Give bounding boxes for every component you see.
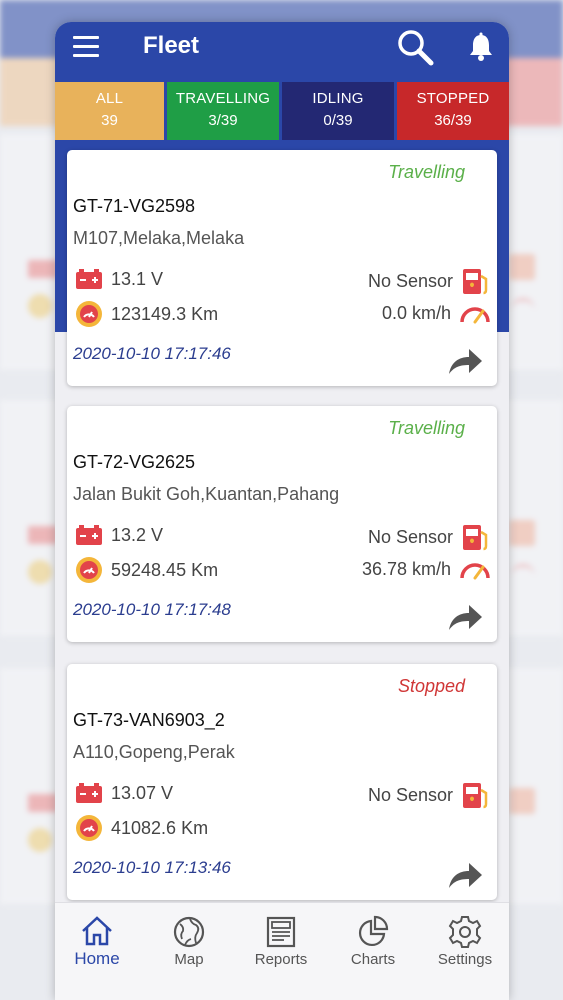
fleet-screen: Fleet ALL 39 TRAVELLING 3/39 IDLING 0/39… (55, 22, 509, 1000)
vehicle-id: GT-71-VG2598 (73, 196, 196, 216)
battery-icon (76, 783, 102, 803)
vehicle-status: Travelling (388, 418, 465, 438)
vehicle-location: A110,Gopeng,Perak (73, 742, 235, 762)
tab-count: 3/39 (208, 112, 238, 129)
nav-label: Map (174, 951, 204, 968)
odometer-icon (76, 815, 102, 841)
speed-value: 0.0 km/h (381, 302, 451, 323)
tab-label: STOPPED (416, 90, 490, 107)
vehicle-status: Travelling (388, 162, 465, 182)
vehicle-card[interactable]: Stopped GT-73-VAN6903_2 A110,Gopeng,Pera… (67, 664, 497, 900)
nav-label: Home (74, 949, 120, 968)
tab-label: ALL (95, 90, 124, 107)
tab-all[interactable]: ALL 39 (55, 82, 164, 140)
fuel-pump-icon (463, 783, 488, 809)
battery-voltage: 13.1 V (111, 268, 164, 289)
fuel-sensor-value: No Sensor (367, 526, 453, 547)
odometer-icon (76, 301, 102, 327)
tab-count: 39 (101, 112, 118, 129)
fuel-pump-icon (463, 525, 488, 551)
share-arrow-icon[interactable] (447, 346, 483, 376)
nav-label: Charts (350, 951, 396, 968)
globe-icon (173, 916, 205, 948)
nav-charts[interactable]: Charts (333, 915, 413, 968)
notification-bell-icon[interactable] (468, 32, 494, 62)
pie-chart-icon (358, 915, 389, 947)
odometer-value: 123149.3 Km (111, 303, 219, 324)
vehicle-id: GT-73-VAN6903_2 (73, 710, 225, 730)
hamburger-menu-icon[interactable] (73, 36, 99, 58)
bottom-navigation: Home Map Reports Charts Settings (55, 902, 509, 1000)
nav-label: Settings (437, 951, 493, 968)
gear-icon (448, 916, 482, 948)
vehicle-status: Stopped (397, 676, 465, 696)
page-title: Fleet (143, 32, 200, 59)
speedometer-icon (460, 307, 490, 324)
fuel-sensor-value: No Sensor (367, 784, 453, 805)
nav-label: Reports (254, 951, 308, 968)
tab-count: 0/39 (323, 112, 353, 129)
speed-value: 36.78 km/h (361, 558, 451, 579)
last-update-time: 2020-10-10 17:13:46 (73, 858, 231, 877)
home-icon (82, 916, 112, 946)
vehicle-card[interactable]: Travelling GT-72-VG2625 Jalan Bukit Goh,… (67, 406, 497, 642)
last-update-time: 2020-10-10 17:17:46 (73, 344, 231, 363)
vehicle-location: M107,Melaka,Melaka (73, 228, 245, 248)
status-filter-tabs: ALL 39 TRAVELLING 3/39 IDLING 0/39 STOPP… (55, 80, 509, 142)
speedometer-icon (460, 563, 490, 580)
tab-count: 36/39 (434, 112, 472, 129)
odometer-value: 59248.45 Km (111, 559, 219, 580)
nav-settings[interactable]: Settings (425, 915, 505, 968)
fuel-pump-icon (463, 269, 488, 295)
tab-travelling[interactable]: TRAVELLING 3/39 (167, 82, 279, 140)
share-arrow-icon[interactable] (447, 602, 483, 632)
battery-voltage: 13.2 V (111, 524, 164, 545)
battery-voltage: 13.07 V (111, 782, 174, 803)
fuel-sensor-value: No Sensor (367, 270, 453, 291)
battery-icon (76, 525, 102, 545)
vehicle-location: Jalan Bukit Goh,Kuantan,Pahang (73, 484, 340, 504)
last-update-time: 2020-10-10 17:17:48 (73, 600, 231, 619)
vehicle-id: GT-72-VG2625 (73, 452, 196, 472)
top-app-bar: Fleet (55, 22, 509, 80)
nav-home[interactable]: Home (57, 915, 137, 969)
nav-reports[interactable]: Reports (241, 915, 321, 968)
tab-stopped[interactable]: STOPPED 36/39 (397, 82, 509, 140)
vehicle-card[interactable]: Travelling GT-71-VG2598 M107,Melaka,Mela… (67, 150, 497, 386)
nav-map[interactable]: Map (149, 915, 229, 968)
tab-label: TRAVELLING (175, 90, 271, 107)
share-arrow-icon[interactable] (447, 860, 483, 890)
tab-label: IDLING (312, 90, 364, 107)
tab-idling[interactable]: IDLING 0/39 (282, 82, 394, 140)
reports-icon (266, 916, 296, 948)
odometer-icon (76, 557, 102, 583)
search-icon[interactable] (395, 27, 435, 67)
odometer-value: 41082.6 Km (111, 817, 209, 838)
battery-icon (76, 269, 102, 289)
